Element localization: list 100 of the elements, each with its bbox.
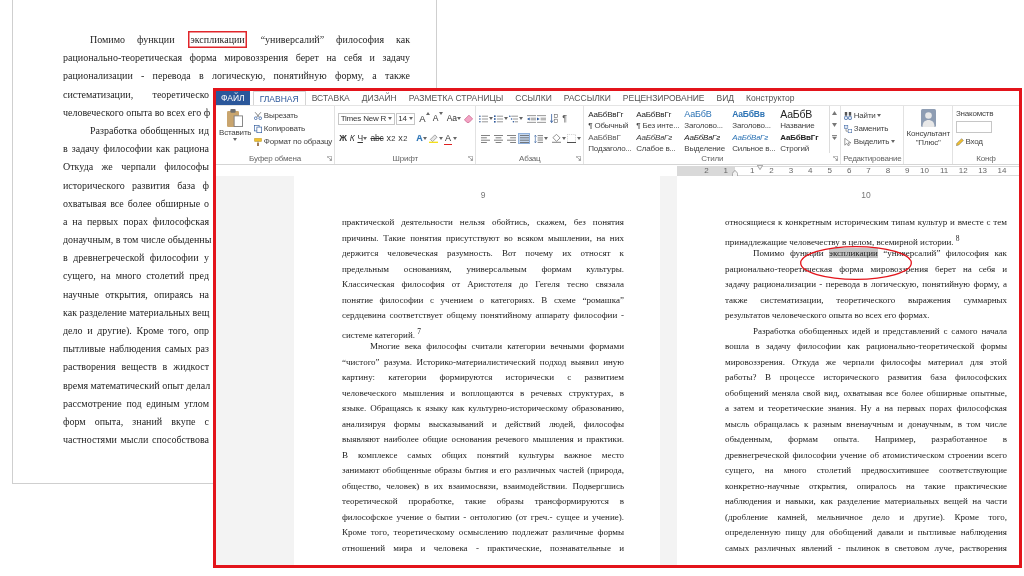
style-button[interactable]: АаБбВвГг Строгий: [779, 131, 828, 154]
ribbon-tab[interactable]: ВСТАВКА: [305, 91, 356, 105]
style-button[interactable]: АаБбВвГ Подзаголо...: [587, 131, 636, 154]
ribbon-tab[interactable]: РЕЦЕНЗИРОВАНИЕ: [616, 91, 711, 105]
text-line: как разделение материальных вещ: [62, 305, 211, 320]
style-button[interactable]: АаБбВвГг Выделение: [683, 131, 732, 154]
style-button[interactable]: АаБбВвГг ¶ Обычный: [587, 108, 636, 131]
text-line: рационально-теоретическая форма мировоззрения берет на себя и задачу: [62, 51, 411, 66]
ruler-number: 11: [940, 166, 949, 175]
caret-icon: [890, 140, 895, 143]
justify-button[interactable]: [518, 133, 531, 144]
text-line: исторического развития база ф: [62, 178, 210, 193]
caret-icon[interactable]: [438, 137, 443, 140]
change-case-button[interactable]: Aa: [445, 112, 463, 125]
brush-icon: [254, 137, 263, 146]
underline-button[interactable]: Ч: [356, 132, 369, 145]
increase-indent-icon[interactable]: [537, 114, 547, 123]
input-field[interactable]: [955, 121, 992, 133]
ruler-number: 12: [958, 166, 968, 175]
paragraph: практической деятельности нельзя обойтись, скажем, без понятия причины. Такие понятия присутствуют во всяком мышлении, на них держится человеческая разумность. Вот почему их относят к предельным основаниям, универсальным формам культуры. Классическая философия от Аристотеля до Гегеля тесно связала понятие философии с учением о категориях. В схеме “ромашка” сердцевина соответствует общему понятийному аппарату философии - системе категорий. $^{7}$: [342, 216, 624, 339]
style-button[interactable]: АаБбВ Заголово...: [683, 108, 732, 131]
scroll-up-icon[interactable]: [831, 111, 837, 115]
eraser-icon[interactable]: [464, 114, 474, 123]
paint-bucket-icon[interactable]: [552, 134, 562, 143]
ruler-number: 7: [866, 166, 871, 175]
text-line: рассмотрение под единым углом: [62, 396, 210, 411]
align-left-button[interactable]: [479, 133, 492, 144]
find-button[interactable]: Найти: [844, 109, 902, 122]
caret-icon[interactable]: [562, 137, 567, 140]
ruler-number: 13: [978, 166, 988, 175]
font-name-field[interactable]: Times New R: [338, 112, 395, 125]
paste-button[interactable]: Вставить: [218, 106, 253, 153]
style-button[interactable]: АаБбВвГг Слабое в...: [635, 131, 684, 154]
show-marks-button[interactable]: ¶: [561, 112, 568, 125]
group-label: Шрифт: [392, 153, 418, 164]
left-indent-icon[interactable]: [732, 169, 738, 177]
bullet-list-icon[interactable]: [479, 114, 489, 123]
text-line: охватывая все более обширные о: [62, 196, 210, 211]
font-color-button[interactable]: A: [443, 132, 452, 145]
text-effects-button[interactable]: A: [415, 132, 428, 145]
ruler-number: 2: [704, 166, 709, 175]
caret-icon: [363, 137, 368, 140]
style-button[interactable]: АаБбВ Название: [779, 108, 828, 131]
ribbon-tab[interactable]: ГЛАВНАЯ: [252, 91, 306, 105]
file-tab[interactable]: ФАЙЛ: [216, 91, 250, 105]
caret-icon[interactable]: [452, 137, 457, 140]
sort-icon[interactable]: [550, 114, 559, 123]
first-line-indent-icon[interactable]: [757, 164, 763, 170]
multilevel-list-icon[interactable]: [509, 114, 519, 123]
line-spacing-icon[interactable]: [534, 134, 544, 143]
dialog-launcher-icon[interactable]: [576, 156, 582, 161]
binoculars-icon: [844, 111, 853, 120]
text-line: частностями мысли способствова: [62, 433, 210, 448]
addin-button[interactable]: Консультант "Плюс": [906, 106, 950, 153]
text-line: форм опыта, знаний вкупе с: [62, 414, 210, 429]
numbered-list-icon[interactable]: [494, 114, 504, 123]
text-line: человеческого опыта во всех его ф: [62, 105, 211, 120]
caret-up-icon: [425, 112, 430, 115]
text-line: систематизации, теоретическо: [62, 87, 210, 102]
dialog-launcher-icon[interactable]: [327, 156, 333, 161]
caret-icon[interactable]: [519, 117, 524, 120]
ribbon-tab[interactable]: РАЗМЕТКА СТРАНИЦЫ: [402, 91, 510, 105]
replace-button[interactable]: Заменить: [844, 122, 902, 135]
shrink-font-button[interactable]: A: [431, 112, 444, 125]
align-center-button[interactable]: [492, 133, 505, 144]
ruler-number: 6: [846, 166, 852, 175]
dialog-launcher-icon[interactable]: [833, 156, 839, 161]
strikethrough-button[interactable]: abc: [369, 132, 385, 145]
group-label: Абзац: [519, 153, 541, 164]
text-line: рационализации - перевода в логическую, понятийную форму, а также: [62, 69, 411, 84]
caret-icon: [408, 117, 413, 120]
font-size-field[interactable]: 14: [395, 112, 416, 125]
style-button[interactable]: АаБбВвГг Сильное в...: [731, 131, 780, 154]
grow-font-button[interactable]: A: [418, 112, 431, 125]
ribbon-tab[interactable]: ДИЗАЙН: [355, 91, 403, 105]
copy-button[interactable]: Копировать: [254, 122, 333, 135]
scroll-down-icon[interactable]: [831, 123, 837, 127]
select-button[interactable]: Выделить: [844, 135, 902, 148]
borders-icon[interactable]: [567, 134, 577, 143]
ribbon-tab[interactable]: ВИД: [710, 91, 741, 105]
dialog-launcher-icon[interactable]: [468, 156, 474, 161]
format-painter-button[interactable]: Формат по образцу: [254, 135, 333, 148]
ruler-number: 1: [749, 166, 755, 175]
action-button[interactable]: Вход: [955, 135, 1017, 148]
bold-button[interactable]: Ж: [338, 132, 348, 145]
ribbon-tab[interactable]: Конструктор: [740, 91, 801, 105]
italic-button[interactable]: К: [348, 132, 356, 145]
caret-icon[interactable]: [577, 137, 582, 140]
ribbon-tab[interactable]: ССЫЛКИ: [509, 91, 558, 105]
ribbon-tab[interactable]: РАССЫЛКИ: [557, 91, 617, 105]
align-right-button[interactable]: [505, 133, 518, 144]
caret-icon[interactable]: [544, 137, 549, 140]
caret-icon[interactable]: [489, 117, 494, 120]
style-button[interactable]: АаБбВв Заголово...: [731, 108, 780, 131]
group-label: Конф: [976, 153, 996, 164]
caret-icon[interactable]: [504, 117, 509, 120]
cut-button[interactable]: Вырезать: [254, 109, 333, 122]
more-icon[interactable]: [831, 135, 837, 140]
decrease-indent-icon[interactable]: [527, 114, 537, 123]
style-button[interactable]: АаБбВвГг ¶ Без инте...: [635, 108, 684, 131]
